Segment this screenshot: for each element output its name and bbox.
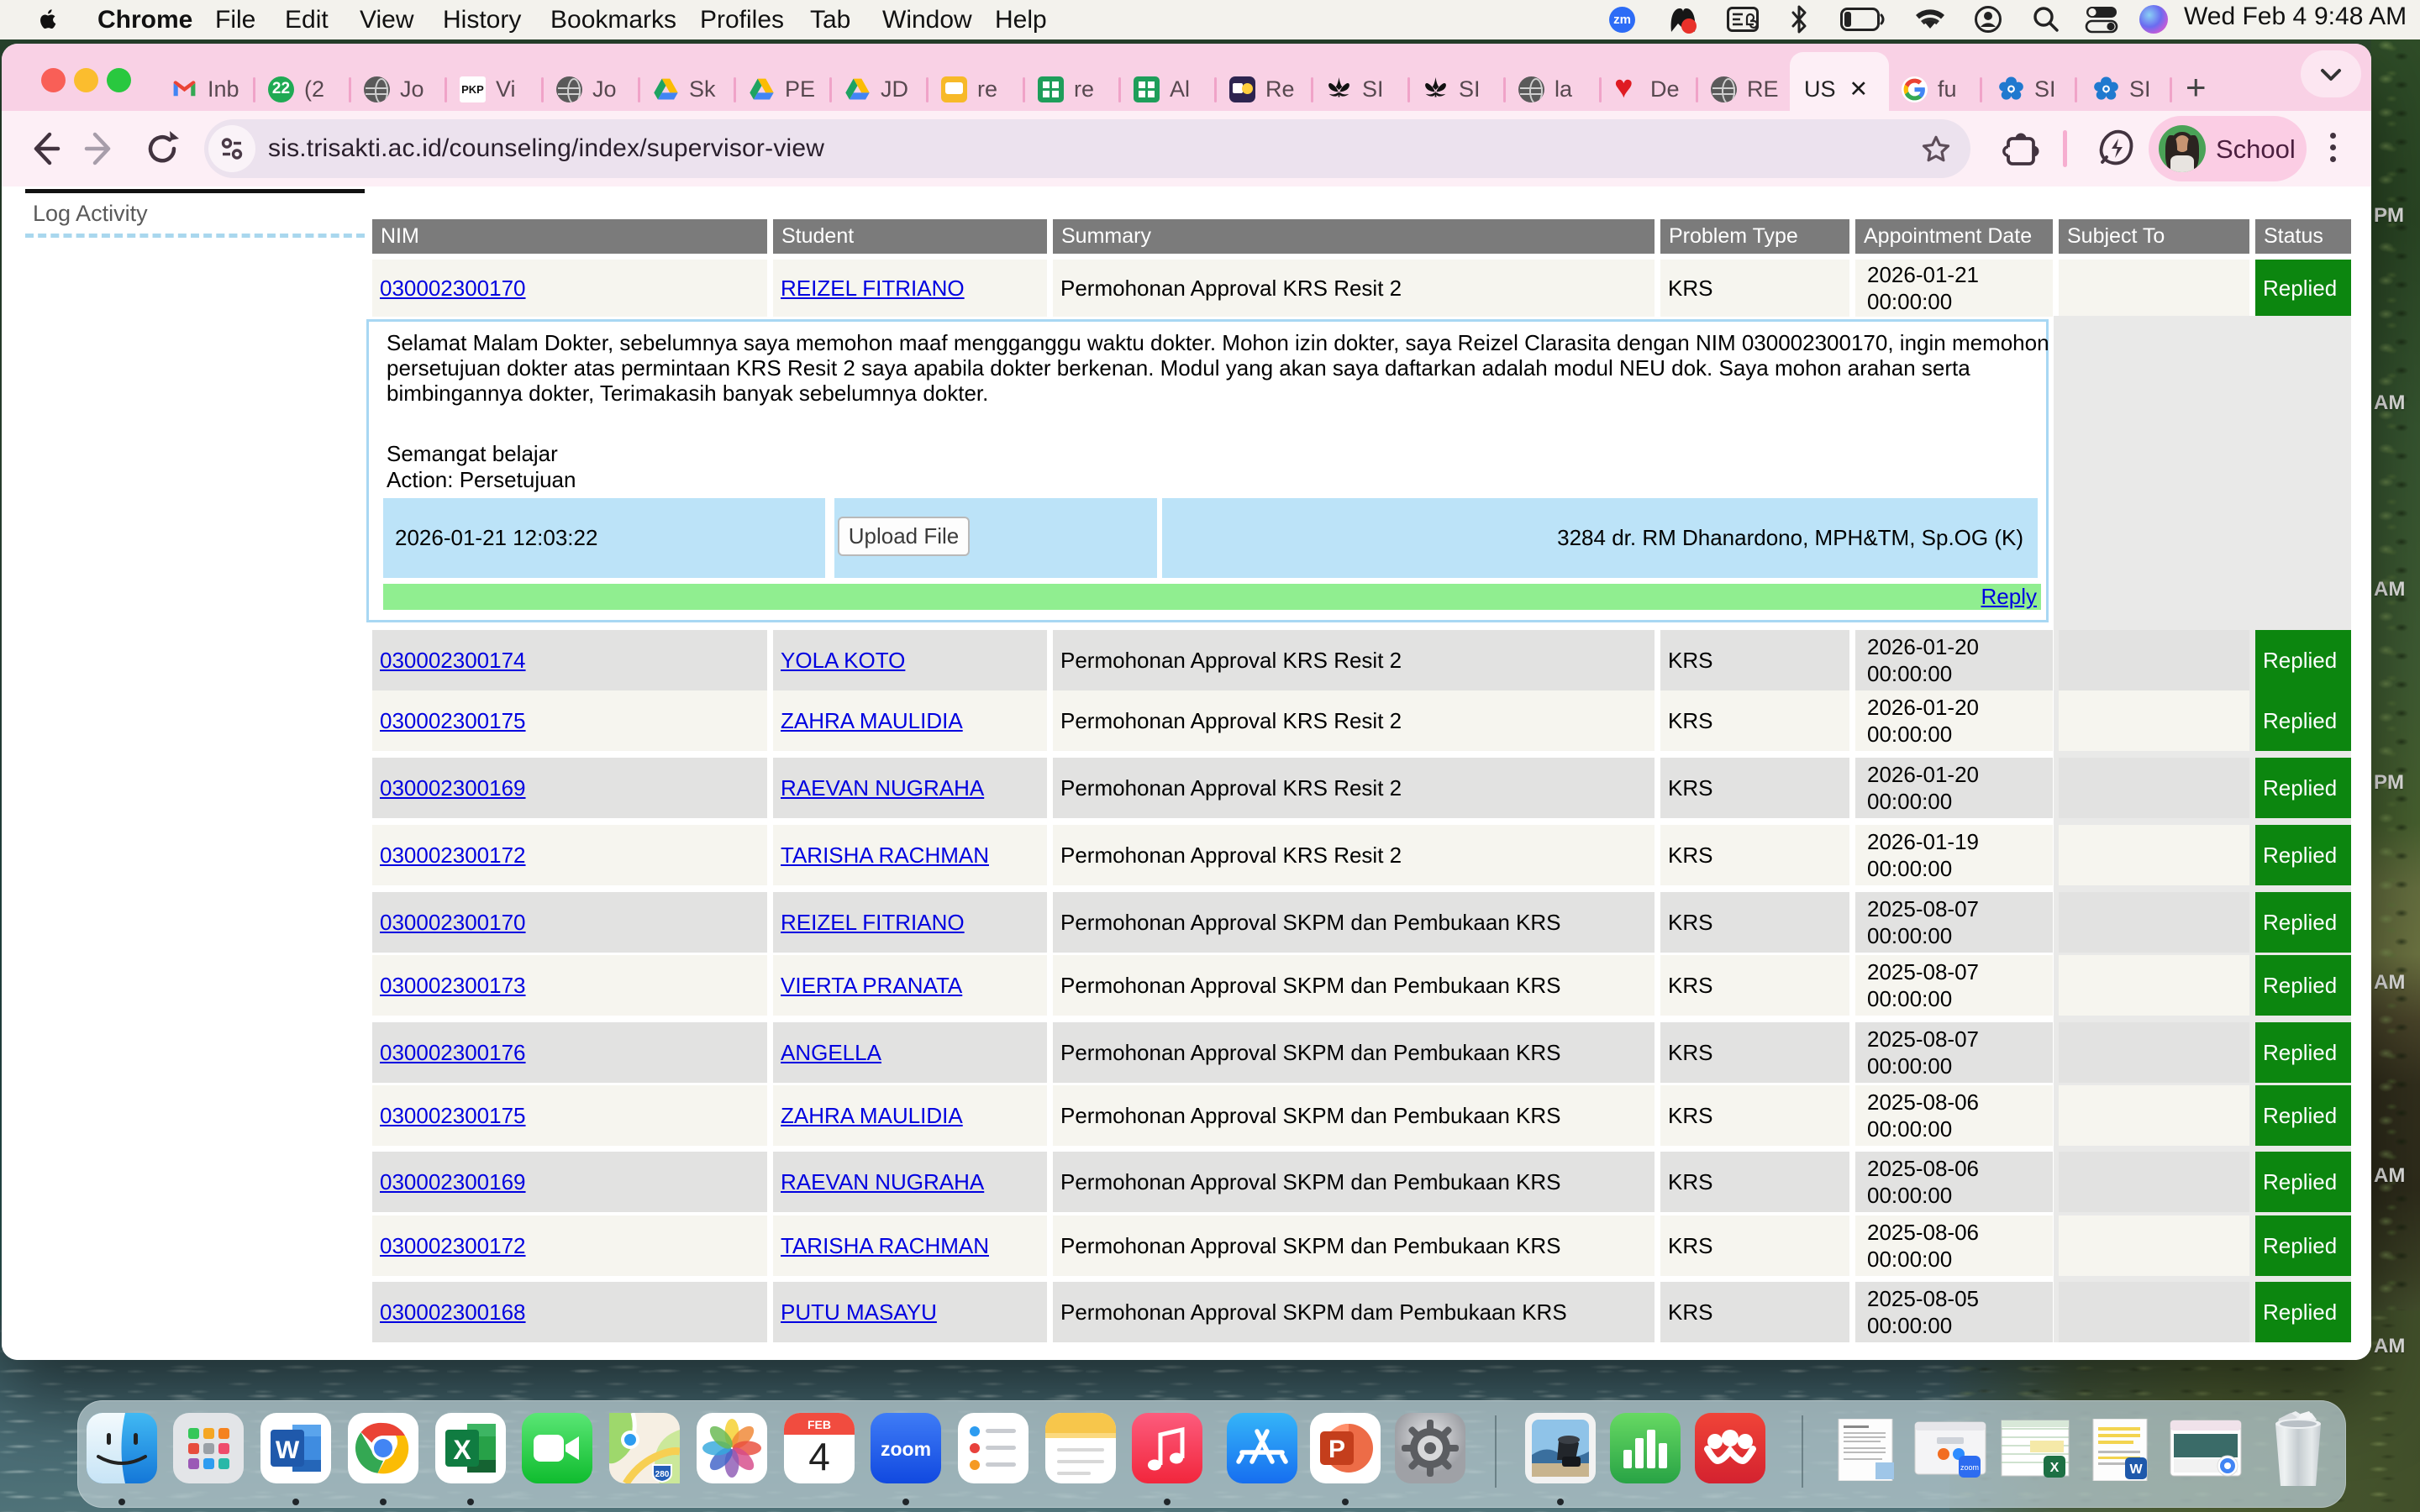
svg-text:zoom: zoom <box>881 1438 931 1460</box>
svg-text:280: 280 <box>655 1470 670 1479</box>
svg-text:P: P <box>1328 1436 1345 1463</box>
svg-text:X: X <box>2050 1461 2060 1475</box>
svg-text:4: 4 <box>808 1435 830 1478</box>
svg-text:X: X <box>453 1435 471 1465</box>
svg-text:FEB: FEB <box>808 1418 831 1431</box>
svg-text:zoom: zoom <box>1960 1463 1979 1472</box>
svg-text:W: W <box>276 1436 300 1464</box>
svg-text:W: W <box>2129 1462 2143 1477</box>
